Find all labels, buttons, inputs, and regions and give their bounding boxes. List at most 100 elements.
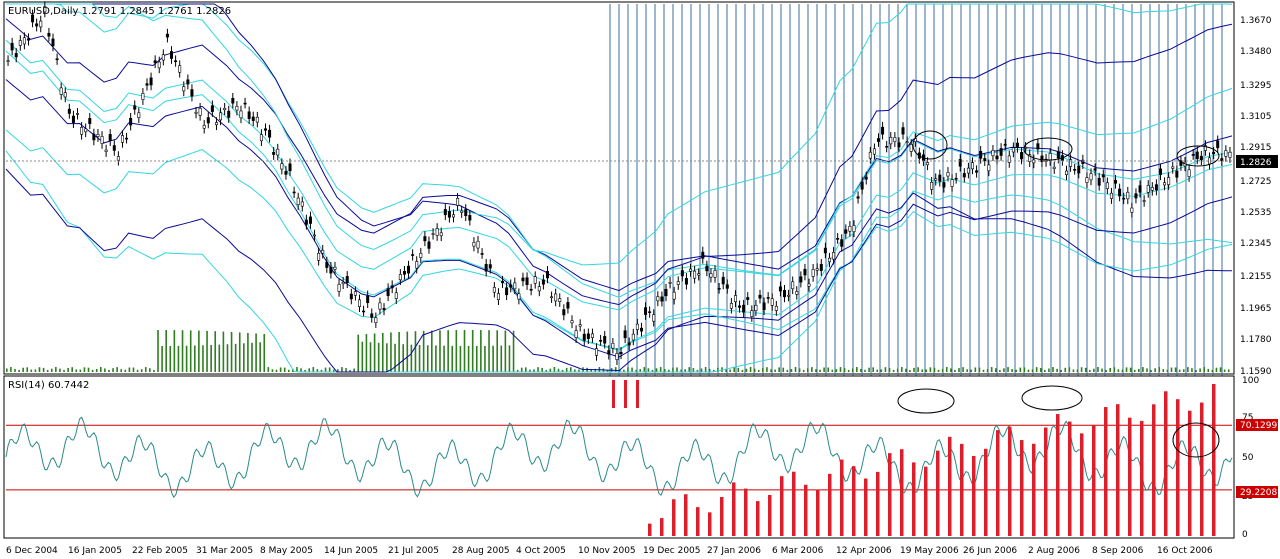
volume-bar [1048,368,1050,372]
volume-bar [259,342,261,372]
volume-bar [753,368,756,372]
candle-body [280,163,284,170]
rsi-histogram-bar [1164,391,1168,536]
time-label: 22 Feb 2005 [132,546,188,556]
volume-bar [328,367,331,372]
candle-body [832,252,836,260]
candle-body [603,336,607,344]
volume-bar [802,369,805,372]
volume-bar [451,345,454,372]
candle-body [860,181,864,190]
time-label: 19 Dec 2005 [643,546,701,556]
volume-bar [704,367,707,372]
volume-bar [263,334,266,372]
volume-bar [1178,369,1181,372]
candle-body [255,116,259,123]
volume-bar [238,332,241,372]
volume-bar [136,369,139,372]
volume-bar [426,345,429,372]
candle-body [644,307,648,315]
candle-body [656,296,660,302]
price-tick-10: 1.1780 [1240,335,1272,345]
volume-bar [324,367,327,372]
candle-body [304,219,308,225]
candle-body [186,79,190,85]
volume-bar [1125,367,1128,372]
volume-bar [1133,369,1136,372]
candle-body [341,281,345,285]
candle-body [10,42,14,51]
candle-body [1097,177,1101,186]
volume-bar [177,345,180,372]
volume-bar [1039,368,1042,372]
candle-body [1150,187,1154,191]
candle-body [668,282,672,284]
candle-body [1109,192,1113,199]
candle-body [1093,168,1097,171]
volume-bar [770,369,772,372]
rsi-header: RSI(14) 60.7442 [8,380,89,391]
rsi-histogram-bar [912,462,916,536]
rsi-histogram-bar [720,497,724,536]
volume-bar [210,344,212,372]
volume-bar [38,367,41,372]
candle-body [852,225,856,233]
volume-bar [140,369,143,372]
candle-body [247,111,251,119]
volume-bar [1154,368,1156,372]
candle-body [774,305,778,311]
volume-bar [1080,367,1083,372]
candle-body [63,92,67,98]
candle-body [108,134,112,141]
candle-body [153,60,157,64]
volume-bar [806,368,809,372]
candle-body [897,142,901,148]
candle-body [308,216,312,224]
candle-body [1003,143,1007,146]
candle-body [721,276,725,285]
volume-bar [569,367,572,372]
rsi-histogram-bar [1152,404,1156,536]
rsi-histogram-bar [612,380,615,408]
candle-body [165,33,169,38]
volume-bar [251,342,253,372]
volume-bar [271,369,274,372]
candle-body [799,276,803,283]
rsi-histogram-bar [696,507,700,536]
candle-body [353,291,357,296]
candle-body [374,317,378,323]
volume-bar [794,367,797,372]
candle-body [394,292,398,299]
rsi-axis: 100 75 50 25 0 70.1299 29.2208 [1236,376,1278,540]
candle-body [627,342,631,346]
time-label: 19 May 2006 [900,546,959,556]
volume-bar [909,369,911,372]
rsi-tick-0: 0 [1242,530,1248,540]
volume-bar [937,369,940,372]
volume-bar [91,369,94,372]
price-tick-2: 1.3295 [1240,81,1272,91]
volume-bar [410,344,413,372]
candle-body [382,308,386,311]
candle-body [1199,155,1203,161]
volume-bar [10,367,12,372]
candle-body [680,270,684,277]
volume-bar [966,369,968,372]
volume-bar [230,331,233,372]
volume-bar [950,368,952,372]
volume-bar [71,367,73,372]
volume-bar [1199,368,1201,372]
candle-body [635,323,639,330]
candle-body [1216,140,1220,149]
volume-bar [700,368,703,372]
candle-body [14,53,18,58]
candle-body [770,298,774,306]
volume-bar [226,344,229,372]
candle-body [198,107,202,116]
candle-body [407,265,411,274]
volume-bar [990,367,993,372]
candle-body [6,60,10,62]
candle-body [905,141,909,143]
rsi-panel[interactable] [3,375,1235,539]
candle-body [476,240,480,249]
